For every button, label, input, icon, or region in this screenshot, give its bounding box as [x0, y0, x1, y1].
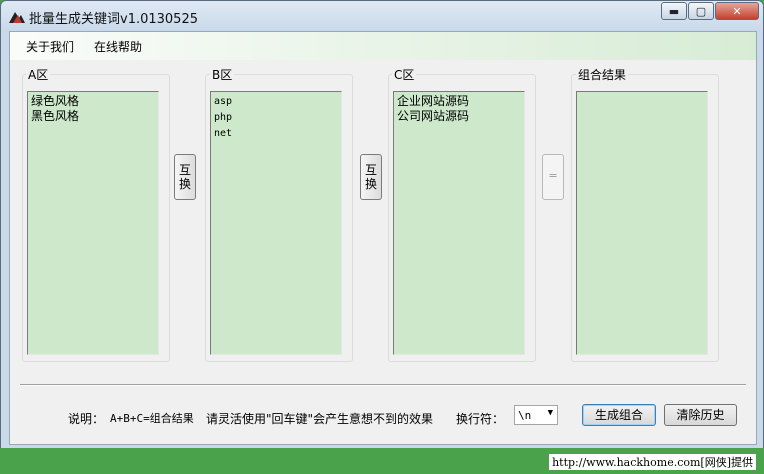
divider — [20, 384, 746, 386]
description-hint: 请灵活使用"回车键"会产生意想不到的效果 — [206, 412, 434, 426]
result-textarea[interactable] — [576, 91, 708, 355]
zone-b-group: asp php net — [205, 74, 353, 362]
watermark-text: http://www.hackhome.com[网侠]提供 — [549, 454, 756, 470]
menu-online-help[interactable]: 在线帮助 — [94, 38, 142, 55]
list-item: asp — [214, 96, 233, 107]
chevron-down-icon: ▼ — [547, 408, 553, 418]
menu-about-us[interactable]: 关于我们 — [26, 38, 74, 55]
generate-button[interactable]: 生成组合 — [582, 404, 656, 426]
app-window: 批量生成关键词v1.0130525 ▬ ▢ ✕ 关于我们 在线帮助 绿色风格 黑… — [0, 0, 764, 450]
newline-label: 换行符： — [456, 412, 505, 426]
zone-a-group: 绿色风格 黑色风格 — [22, 74, 170, 362]
newline-select[interactable]: \n ▼ — [514, 405, 558, 425]
zone-a-textarea[interactable]: 绿色风格 黑色风格 — [27, 91, 159, 355]
zone-a-label: A区 — [26, 66, 51, 83]
list-item: php — [214, 112, 233, 123]
menu-bar: 关于我们 在线帮助 — [10, 32, 756, 60]
zone-c-group: 企业网站源码 公司网站源码 — [388, 74, 536, 362]
close-button[interactable]: ✕ — [715, 2, 759, 20]
list-item: 企业网站源码 — [397, 94, 470, 108]
description-label: 说明： — [68, 412, 105, 426]
bottom-bar: http://www.hackhome.com[网侠]提供 — [0, 448, 764, 474]
swap-ab-label-1: 互 — [178, 163, 191, 177]
swap-ab-button[interactable]: 互 换 — [174, 154, 196, 200]
window-title: 批量生成关键词v1.0130525 — [29, 12, 198, 27]
list-item: 公司网站源码 — [397, 109, 470, 123]
maximize-button[interactable]: ▢ — [688, 2, 714, 20]
swap-bc-button[interactable]: 互 换 — [360, 154, 382, 200]
client-area: 关于我们 在线帮助 绿色风格 黑色风格 A区 互 换 asp php net B… — [9, 31, 757, 445]
swap-bc-label-1: 互 — [364, 163, 377, 177]
zone-c-label: C区 — [392, 66, 417, 83]
list-item: 绿色风格 — [31, 94, 80, 108]
result-label: 组合结果 — [576, 66, 629, 83]
swap-ab-label-2: 换 — [178, 177, 191, 191]
swap-bc-label-2: 换 — [364, 177, 377, 191]
list-item: net — [214, 128, 233, 139]
list-item: 黑色风格 — [31, 109, 80, 123]
minimize-button[interactable]: ▬ — [661, 2, 687, 20]
window-controls: ▬ ▢ ✕ — [660, 2, 759, 20]
title-bar[interactable]: 批量生成关键词v1.0130525 ▬ ▢ ✕ — [1, 1, 763, 31]
description-formula: A+B+C=组合结果 — [110, 412, 194, 425]
result-group — [571, 74, 719, 362]
zone-b-label: B区 — [210, 66, 235, 83]
clear-history-button[interactable]: 清除历史 — [664, 404, 737, 426]
zone-c-textarea[interactable]: 企业网站源码 公司网站源码 — [393, 91, 525, 355]
equals-button[interactable]: = — [542, 154, 564, 200]
newline-value: \n — [518, 409, 532, 422]
mountain-icon — [9, 12, 25, 23]
zone-b-textarea[interactable]: asp php net — [210, 91, 342, 355]
